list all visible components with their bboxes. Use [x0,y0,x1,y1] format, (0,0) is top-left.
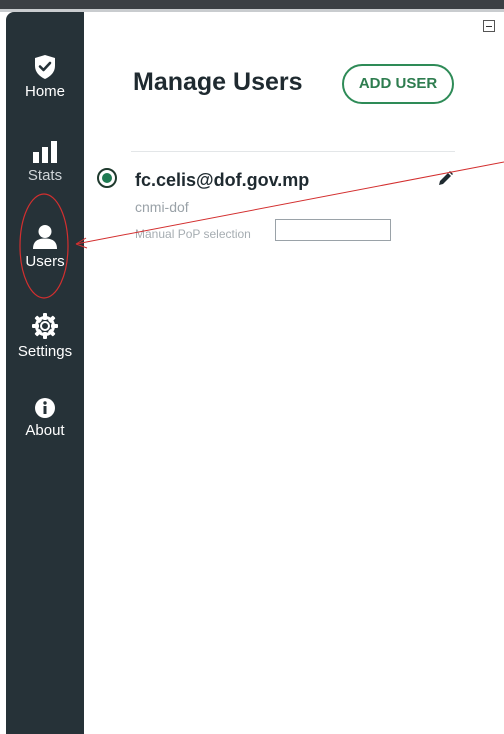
sidebar-item-about[interactable]: About [6,397,84,439]
user-org: cnmi-dof [135,199,189,215]
sidebar-item-users[interactable]: Users [6,224,84,270]
divider [131,151,455,152]
user-icon [33,225,57,249]
pop-selection-input[interactable] [275,219,391,241]
bar-chart-icon [33,141,57,163]
sidebar-item-settings[interactable]: Settings [6,312,84,360]
shield-check-icon [35,55,55,79]
sidebar-item-label: Home [24,83,65,100]
sidebar-item-label: Users [25,253,65,270]
sidebar: Home Stats Users Settings About [6,12,84,734]
sidebar-item-label: Stats [27,167,63,184]
pencil-icon[interactable] [436,170,454,188]
user-select-radio[interactable] [97,168,117,188]
pop-selection-label: Manual PoP selection [135,227,251,241]
add-user-button[interactable]: ADD USER [342,64,454,104]
sidebar-item-label: Settings [17,343,73,360]
user-email: fc.celis@dof.gov.mp [135,170,310,190]
sidebar-item-home[interactable]: Home [6,54,84,100]
sidebar-item-stats[interactable]: Stats [6,140,84,184]
sidebar-item-label: About [25,422,65,439]
window-title-bar [0,0,504,9]
info-icon [35,398,55,418]
page-title: Manage Users [133,68,303,96]
minimize-button[interactable] [483,20,495,32]
gear-icon [32,313,58,339]
